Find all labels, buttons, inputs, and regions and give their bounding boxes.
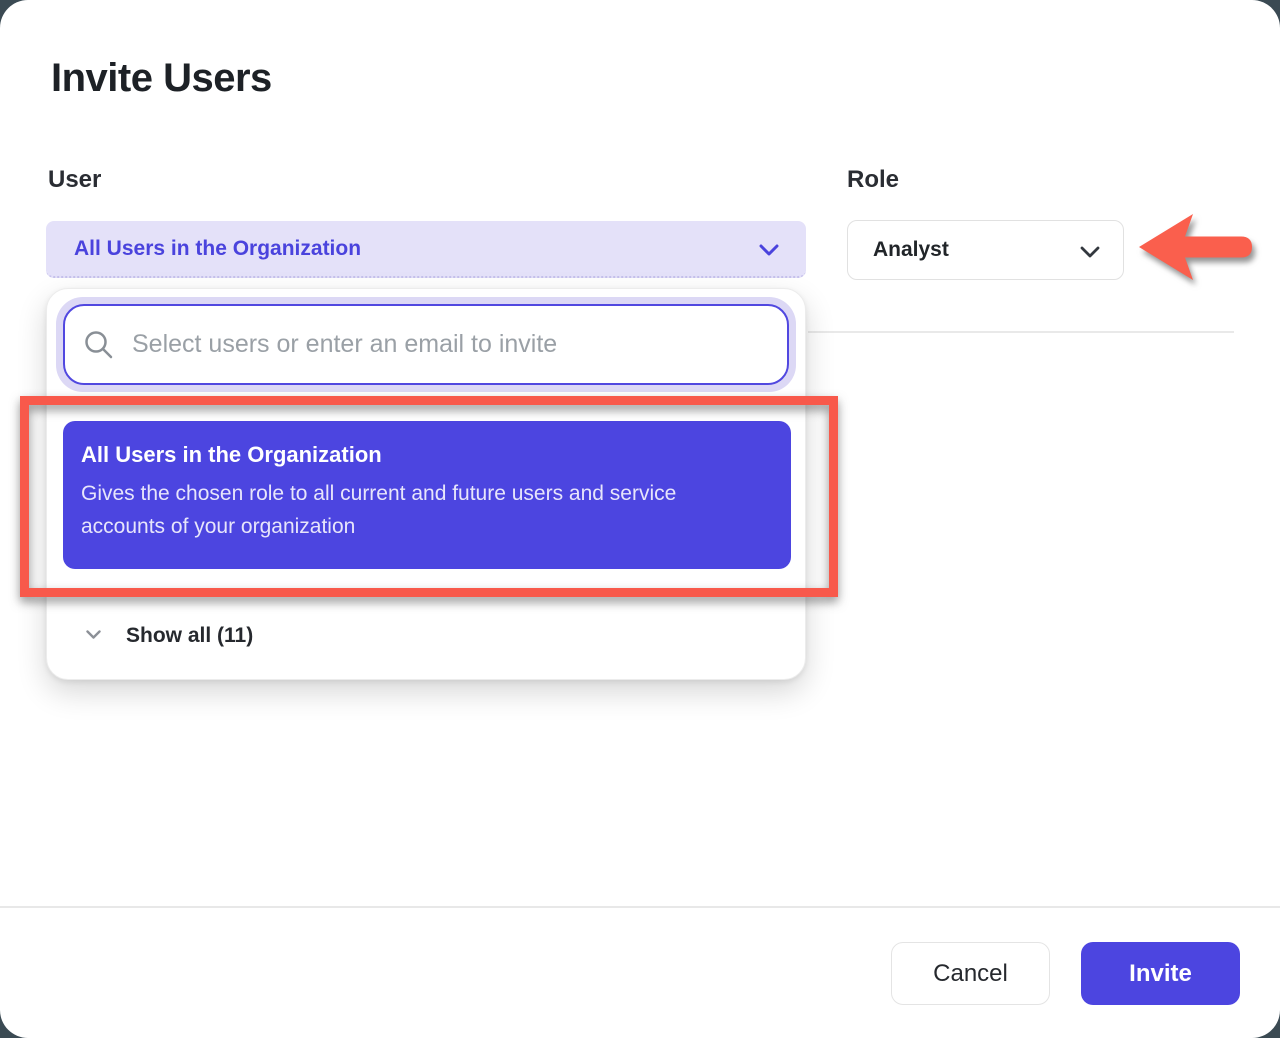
option-title: All Users in the Organization bbox=[81, 442, 773, 468]
page-title: Invite Users bbox=[51, 56, 272, 101]
show-all-toggle[interactable]: Show all (11) bbox=[47, 613, 807, 659]
cancel-button[interactable]: Cancel bbox=[891, 942, 1050, 1005]
user-select-value: All Users in the Organization bbox=[74, 237, 361, 261]
footer-divider bbox=[0, 906, 1280, 908]
option-all-users[interactable]: All Users in the Organization Gives the … bbox=[63, 421, 791, 569]
role-section-divider bbox=[808, 331, 1234, 333]
chevron-down-icon bbox=[758, 243, 780, 262]
search-input[interactable] bbox=[132, 330, 769, 359]
chevron-down-icon bbox=[1079, 245, 1101, 264]
user-field-label: User bbox=[48, 166, 101, 194]
user-select-dropdown[interactable]: All Users in the Organization bbox=[46, 221, 806, 278]
user-dropdown-panel: All Users in the Organization Gives the … bbox=[46, 288, 806, 680]
role-select-dropdown[interactable]: Analyst bbox=[847, 220, 1124, 280]
role-field-label: Role bbox=[847, 166, 899, 194]
role-select-value: Analyst bbox=[873, 238, 949, 262]
show-all-label: Show all (11) bbox=[126, 624, 253, 648]
option-description: Gives the chosen role to all current and… bbox=[81, 477, 761, 543]
search-focus-ring bbox=[56, 297, 796, 392]
red-arrow-annotation bbox=[1130, 206, 1256, 288]
user-search-box[interactable] bbox=[63, 304, 789, 385]
invite-button[interactable]: Invite bbox=[1081, 942, 1240, 1005]
invite-users-modal: Invite Users User Role All Users in the … bbox=[0, 0, 1280, 1038]
chevron-down-icon bbox=[85, 627, 102, 645]
search-icon bbox=[83, 329, 114, 360]
